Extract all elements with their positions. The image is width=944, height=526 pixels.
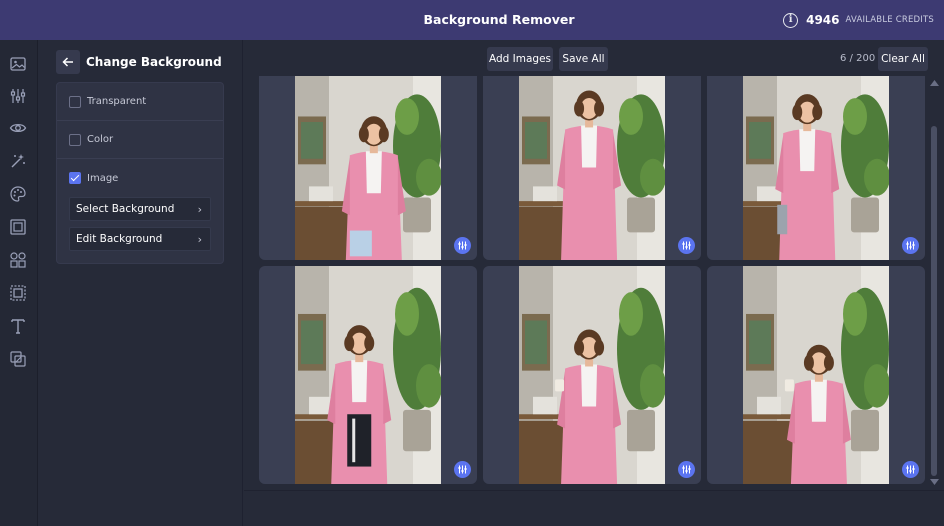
- transparent-checkbox[interactable]: [69, 95, 81, 108]
- sliders-icon: [906, 465, 915, 474]
- option-label: Transparent: [87, 96, 147, 107]
- credits-label: AVAILABLE CREDITS: [845, 15, 934, 25]
- background-options: Transparent Color Image Select Backgroun…: [56, 82, 224, 264]
- shapes-icon[interactable]: [9, 251, 27, 269]
- image-card[interactable]: [259, 76, 477, 260]
- image-grid: [259, 76, 929, 486]
- image-card[interactable]: [483, 266, 701, 484]
- grid-footer-divider: [244, 490, 944, 491]
- palette-icon[interactable]: [9, 185, 27, 203]
- image-thumbnail[interactable]: [743, 76, 889, 260]
- edit-background-button[interactable]: Edit Background ›: [69, 227, 211, 251]
- option-label: Color: [87, 134, 114, 145]
- layers-icon[interactable]: [9, 350, 27, 368]
- info-icon[interactable]: i: [783, 12, 799, 28]
- adjust-image-button[interactable]: [454, 461, 471, 478]
- image-card[interactable]: [259, 266, 477, 484]
- back-button[interactable]: [56, 50, 80, 74]
- option-label: Image: [87, 172, 119, 184]
- adjust-image-button[interactable]: [454, 237, 471, 254]
- image-thumbnail[interactable]: [743, 266, 889, 484]
- add-images-button[interactable]: Add Images: [487, 47, 553, 71]
- edit-background-label: Edit Background: [76, 233, 163, 245]
- adjustments-icon[interactable]: [9, 87, 27, 105]
- image-thumbnail[interactable]: [519, 76, 665, 260]
- image-card[interactable]: [707, 76, 925, 260]
- color-checkbox[interactable]: [69, 133, 81, 146]
- clear-all-button[interactable]: Clear All: [878, 47, 928, 71]
- sliders-icon: [682, 241, 691, 250]
- image-thumbnail[interactable]: [519, 266, 665, 484]
- photo-woman-pink-suit: [743, 266, 889, 484]
- sliders-icon: [458, 241, 467, 250]
- adjust-image-button[interactable]: [678, 461, 695, 478]
- panel-title: Change Background: [86, 55, 222, 69]
- image-thumbnail[interactable]: [295, 266, 441, 484]
- select-background-button[interactable]: Select Background ›: [69, 197, 211, 221]
- chevron-right-icon: ›: [197, 202, 202, 216]
- option-image[interactable]: Image: [57, 159, 223, 197]
- tool-rail: [0, 40, 38, 526]
- adjust-image-button[interactable]: [902, 461, 919, 478]
- scroll-down-icon[interactable]: [930, 479, 939, 485]
- sliders-icon: [458, 465, 467, 474]
- photo-woman-pink-suit: [295, 76, 441, 260]
- photo-woman-pink-suit: [519, 266, 665, 484]
- option-color[interactable]: Color: [57, 121, 223, 159]
- eye-icon[interactable]: [9, 119, 27, 137]
- change-background-panel: Change Background Transparent Color Imag…: [38, 40, 243, 526]
- text-icon[interactable]: [9, 317, 27, 335]
- scroll-up-icon[interactable]: [930, 80, 939, 86]
- photo-woman-pink-suit: [295, 266, 441, 484]
- select-background-label: Select Background: [76, 203, 175, 215]
- image-card[interactable]: [707, 266, 925, 484]
- app-header: Background Remover i 4946 AVAILABLE CRED…: [0, 0, 944, 40]
- image-toolbar: Add Images Save All 6 / 200 Clear All: [244, 40, 944, 76]
- option-transparent[interactable]: Transparent: [57, 83, 223, 121]
- image-icon[interactable]: [9, 55, 27, 73]
- sliders-icon: [682, 465, 691, 474]
- image-thumbnail[interactable]: [295, 76, 441, 260]
- crop-icon[interactable]: [9, 284, 27, 302]
- scroll-thumb[interactable]: [931, 126, 937, 476]
- photo-woman-pink-suit: [743, 76, 889, 260]
- image-count: 6 / 200: [840, 53, 876, 64]
- adjust-image-button[interactable]: [902, 237, 919, 254]
- chevron-right-icon: ›: [197, 232, 202, 246]
- save-all-button[interactable]: Save All: [559, 47, 608, 71]
- credits-indicator: i 4946 AVAILABLE CREDITS: [783, 0, 934, 40]
- image-card[interactable]: [483, 76, 701, 260]
- credits-count: 4946: [806, 13, 840, 27]
- image-checkbox[interactable]: [69, 172, 81, 184]
- photo-woman-pink-suit: [519, 76, 665, 260]
- arrow-left-icon: [62, 57, 73, 67]
- magic-icon[interactable]: [9, 152, 27, 170]
- adjust-image-button[interactable]: [678, 237, 695, 254]
- sliders-icon: [906, 241, 915, 250]
- frame-icon[interactable]: [9, 218, 27, 236]
